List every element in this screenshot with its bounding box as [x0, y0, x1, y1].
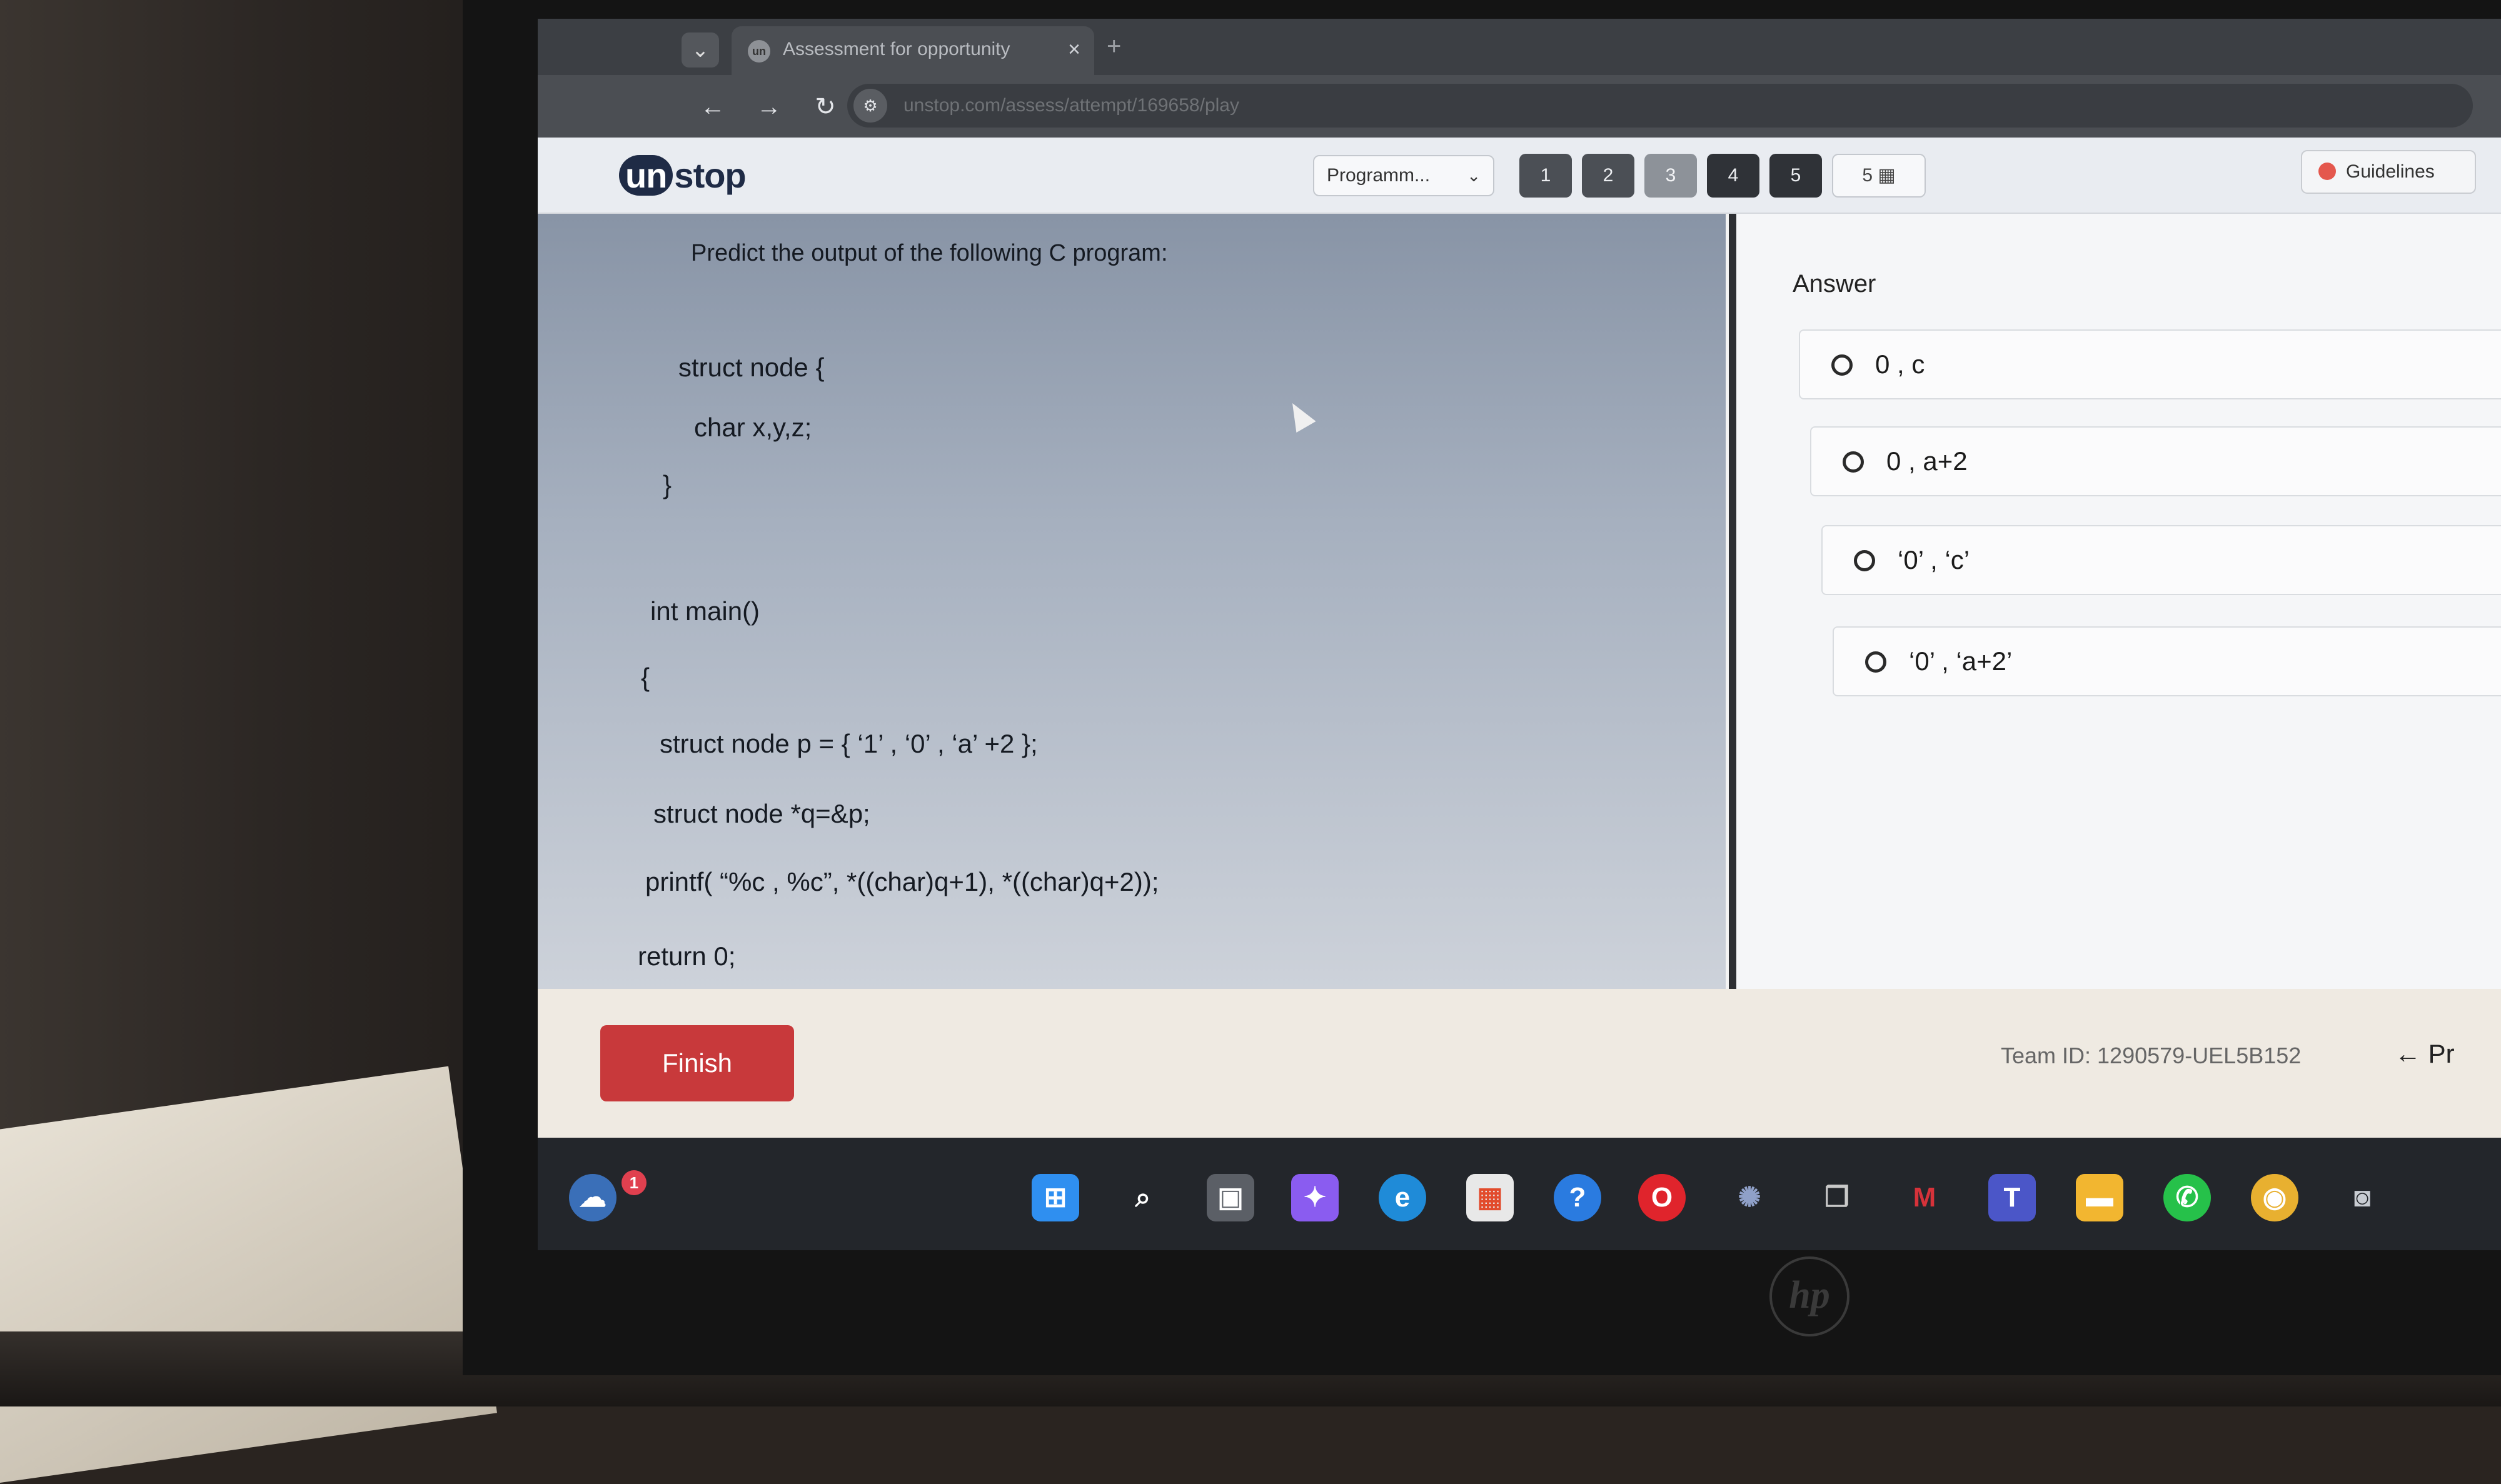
hp-logo: hp	[1769, 1256, 1849, 1336]
site-settings-icon[interactable]: ⚙	[853, 89, 887, 123]
answer-option[interactable]: 0 , c	[1799, 329, 2501, 399]
unstop-logo: un stop	[619, 155, 747, 196]
radio-button[interactable]	[1854, 550, 1875, 571]
question-title: Predict the output of the following C pr…	[691, 240, 1168, 266]
question-navigator: 1 2 3 4 5 5 ▦	[1519, 154, 1926, 198]
code-line: struct node p = { ‘1’ , ‘0’ , ‘a’ +2 };	[660, 729, 1038, 758]
radio-button[interactable]	[1843, 451, 1864, 473]
tab-search-icon[interactable]: ⌄	[682, 33, 719, 68]
opera-icon[interactable]: O	[1638, 1174, 1686, 1221]
tab-title: Assessment for opportunity	[783, 39, 1010, 59]
previous-button[interactable]: ← Pr	[2395, 1039, 2455, 1069]
option-label: 0 , a+2	[1886, 446, 1968, 476]
question-button-4[interactable]: 4	[1707, 154, 1759, 198]
code-line: int main()	[650, 596, 760, 626]
option-label: 0 , c	[1875, 349, 1925, 379]
package-icon[interactable]: ❒	[1813, 1174, 1861, 1221]
whatsapp-icon[interactable]: ✆	[2163, 1174, 2211, 1221]
code-line: char x,y,z;	[694, 413, 812, 442]
notification-badge: 1	[621, 1170, 647, 1195]
question-button-1[interactable]: 1	[1519, 154, 1572, 198]
option-label: ‘0’ , ‘c’	[1898, 545, 1970, 574]
code-line: {	[641, 663, 650, 692]
radio-button[interactable]	[1831, 354, 1853, 376]
section-dropdown-value: Programm...	[1327, 165, 1431, 186]
answer-option[interactable]: ‘0’ , ‘c’	[1821, 525, 2501, 595]
browser-toolbar: ← → ↻ ⚙ unstop.com/assess/attempt/169658…	[538, 75, 2501, 138]
teams-icon[interactable]: T	[1988, 1174, 2036, 1221]
copilot-icon[interactable]: ✦	[1291, 1174, 1339, 1221]
close-tab-icon[interactable]: ×	[1068, 38, 1080, 62]
radio-button[interactable]	[1865, 651, 1886, 673]
chevron-down-icon: ⌄	[1467, 166, 1481, 185]
app-icon[interactable]: ✺	[1726, 1174, 1773, 1221]
code-line: printf( “%c , %c”, *((char)q+1), *((char…	[645, 867, 1159, 896]
question-panel: Predict the output of the following C pr…	[538, 214, 1726, 989]
help-icon[interactable]: ?	[1554, 1174, 1601, 1221]
forward-arrow-icon[interactable]: →	[753, 91, 785, 123]
assessment-footer: Finish Team ID: 1290579-UEL5B152 ← Pr	[538, 989, 2501, 1138]
option-label: ‘0’ , ‘a+2’	[1909, 646, 2013, 676]
task-view-icon[interactable]: ▣	[1207, 1174, 1254, 1221]
mcafee-icon[interactable]: M	[1901, 1174, 1948, 1221]
code-line: struct node {	[678, 353, 825, 382]
finish-button[interactable]: Finish	[600, 1025, 794, 1101]
address-bar[interactable]: ⚙ unstop.com/assess/attempt/169658/play	[847, 84, 2473, 128]
guidelines-label: Guidelines	[2346, 161, 2435, 182]
page-header: un stop Programm... ⌄ 1 2 3 4 5 5 ▦ Guide…	[538, 138, 2501, 214]
file-explorer-icon[interactable]: ▬	[2076, 1174, 2123, 1221]
camera-icon[interactable]: ◙	[2338, 1174, 2386, 1221]
question-button-3[interactable]: 3	[1644, 154, 1697, 198]
guidelines-button[interactable]: Guidelines	[2301, 150, 2476, 194]
store-icon[interactable]: ▦	[1466, 1174, 1514, 1221]
question-button-5[interactable]: 5	[1769, 154, 1822, 198]
windows-start-icon[interactable]: ⊞	[1032, 1174, 1079, 1221]
answer-panel: Answer 0 , c 0 , a+2 ‘0’ , ‘c’ ‘0’ , ‘a+…	[1736, 214, 2501, 989]
chrome-icon[interactable]: ◉	[2251, 1174, 2298, 1221]
code-line: return 0;	[638, 941, 736, 971]
browser-tab[interactable]: un Assessment for opportunity ×	[732, 26, 1094, 75]
windows-taskbar: ☁ 1 ⊞ ⌕ ▣ ✦ e ▦ ? O ✺ ❒ M T ▬ ✆ ◉ ◙	[538, 1138, 2501, 1250]
panel-divider[interactable]	[1729, 214, 1736, 989]
edge-icon[interactable]: e	[1379, 1174, 1426, 1221]
newspaper	[0, 1066, 497, 1484]
section-dropdown[interactable]: Programm... ⌄	[1313, 155, 1494, 196]
browser-tab-bar: ⌄ un Assessment for opportunity × +	[538, 19, 2501, 75]
team-id: Team ID: 1290579-UEL5B152	[2001, 1043, 2302, 1068]
question-grid-button[interactable]: 5 ▦	[1832, 154, 1926, 198]
url-text: unstop.com/assess/attempt/169658/play	[903, 95, 1239, 116]
answer-heading: Answer	[1793, 270, 1876, 298]
answer-option[interactable]: 0 , a+2	[1810, 426, 2501, 496]
code-line: }	[663, 470, 672, 499]
search-icon[interactable]: ⌕	[1119, 1174, 1167, 1221]
logo-prefix: un	[619, 155, 673, 196]
answer-option[interactable]: ‘0’ , ‘a+2’	[1833, 626, 2501, 696]
logo-suffix: stop	[674, 156, 746, 195]
question-button-2[interactable]: 2	[1582, 154, 1634, 198]
new-tab-button[interactable]: +	[1107, 33, 1121, 61]
weather-icon[interactable]: ☁ 1	[569, 1170, 647, 1221]
lightbulb-icon	[2318, 163, 2336, 180]
laptop-screen: ⌄ un Assessment for opportunity × + ← → …	[538, 19, 2501, 1250]
back-arrow-icon[interactable]: ←	[697, 91, 728, 123]
mouse-cursor-icon	[1282, 397, 1316, 433]
reload-icon[interactable]: ↻	[810, 91, 841, 123]
unstop-favicon-icon: un	[748, 40, 770, 63]
code-line: struct node *q=&p;	[653, 799, 870, 828]
